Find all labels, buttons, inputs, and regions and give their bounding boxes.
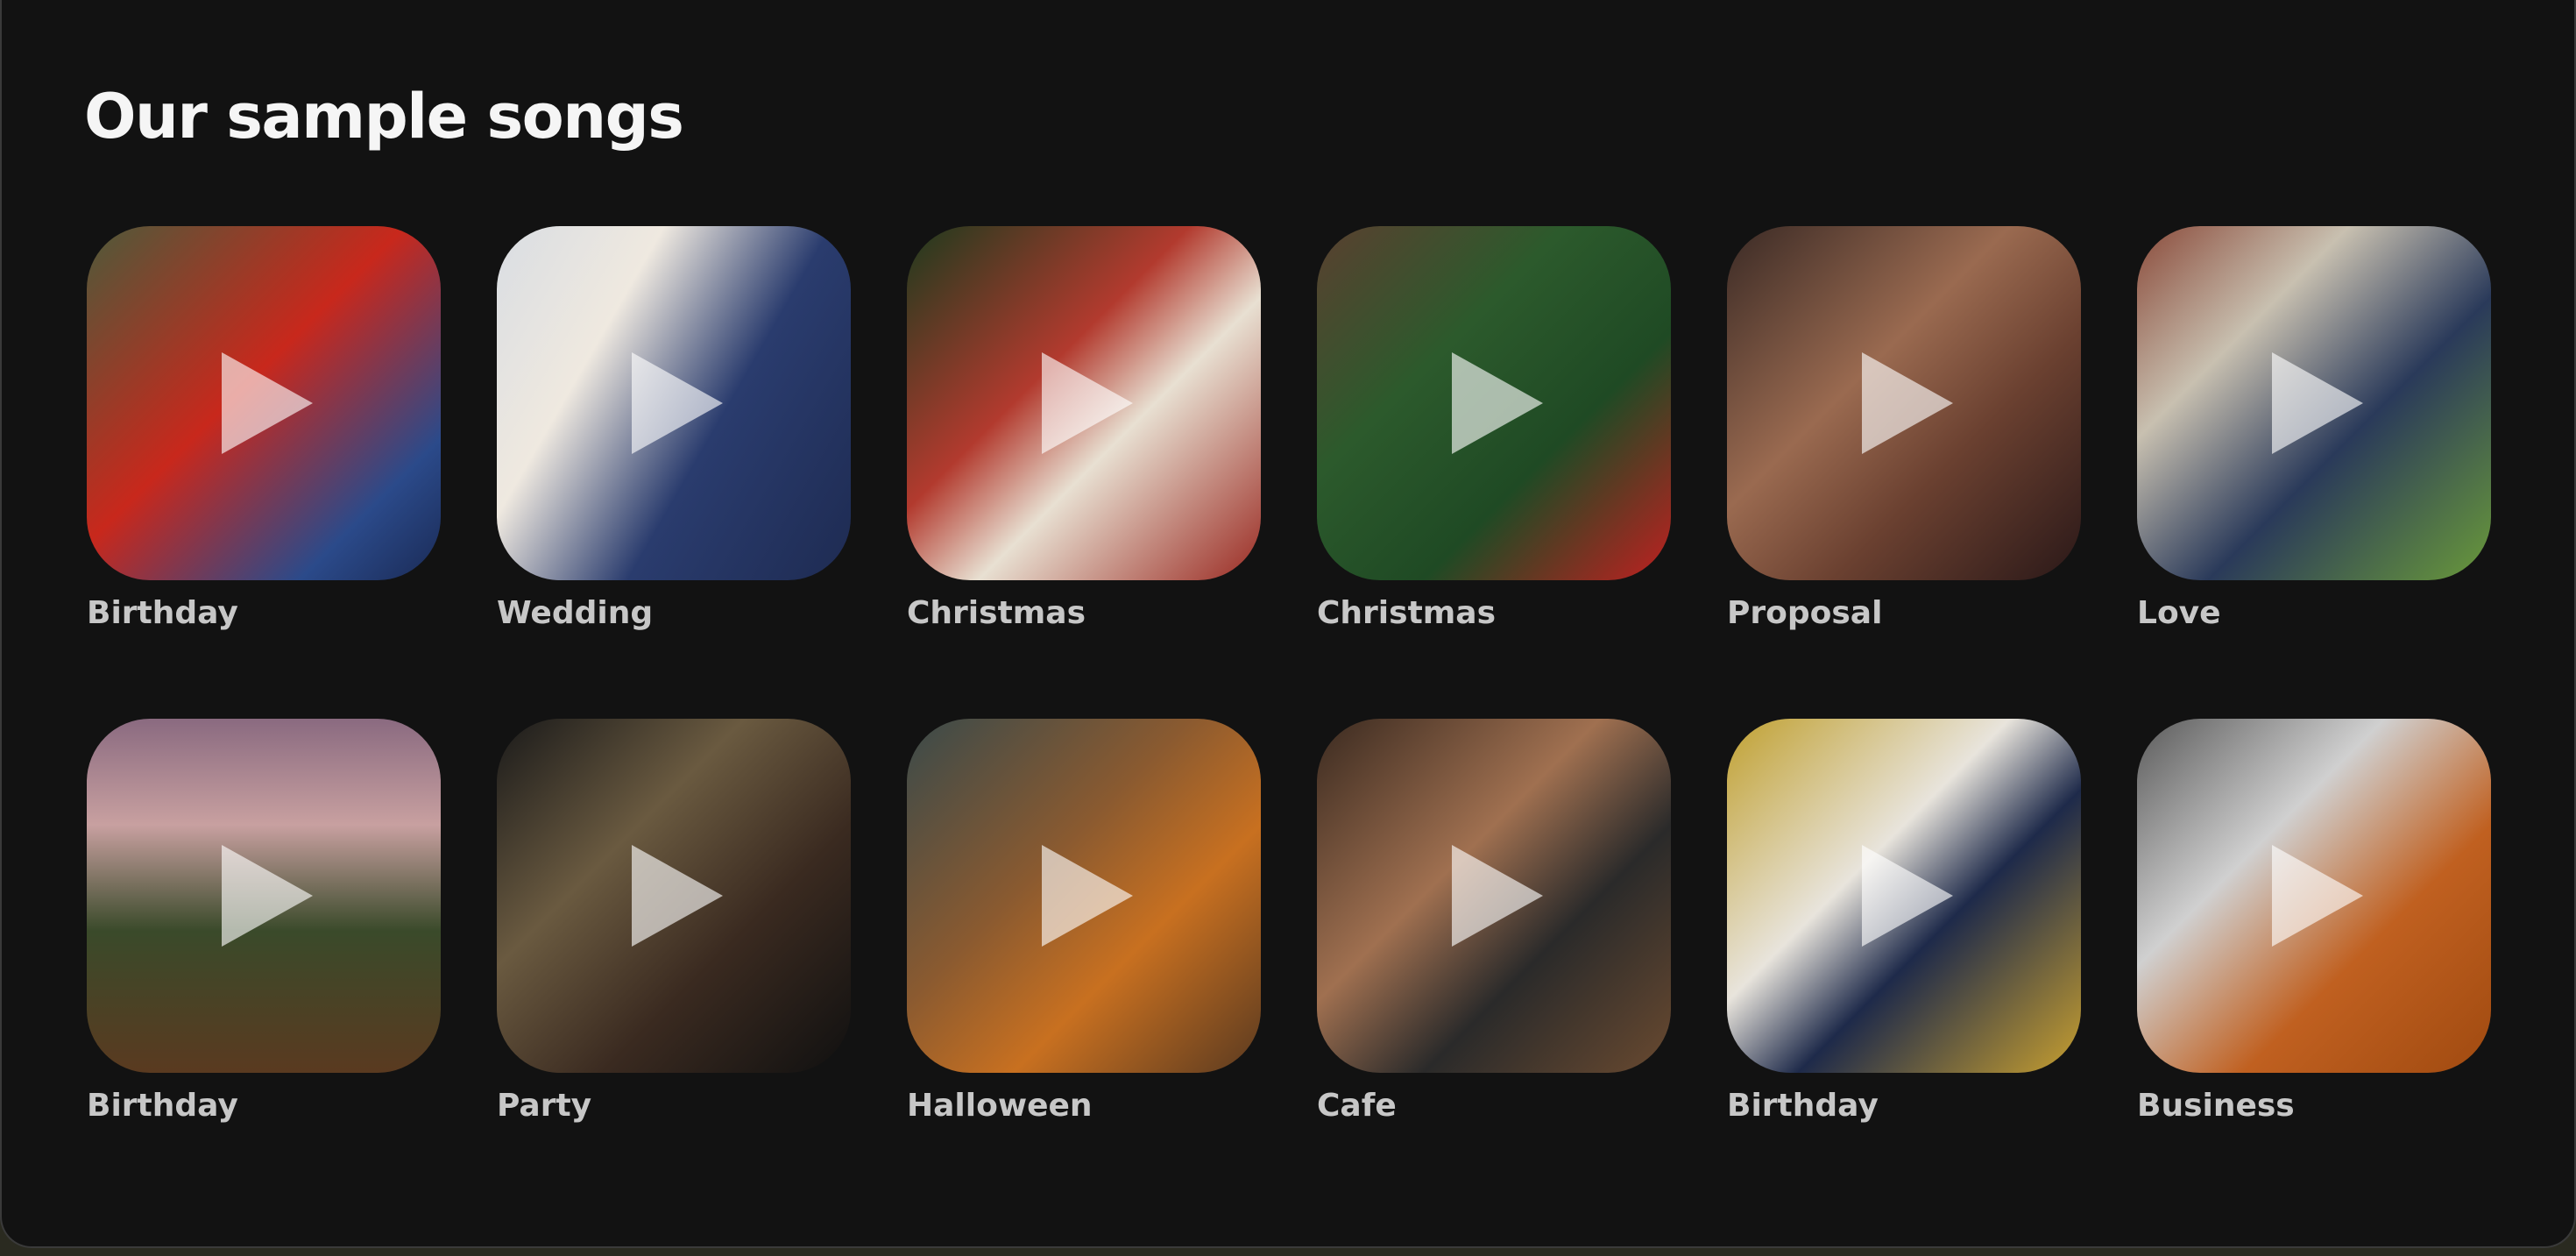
song-card-love[interactable]: Love (2137, 226, 2491, 635)
sample-songs-panel: Our sample songs Birthday Wedding Christ… (0, 0, 2576, 1248)
song-thumbnail[interactable] (87, 226, 441, 580)
play-icon[interactable] (632, 352, 723, 454)
song-label: Proposal (1727, 595, 1883, 631)
song-thumbnail[interactable] (497, 719, 851, 1073)
song-card-birthday-3[interactable]: Birthday (1727, 719, 2081, 1127)
song-label: Love (2137, 595, 2221, 631)
song-card-christmas-2[interactable]: Christmas (1317, 226, 1671, 635)
play-icon[interactable] (222, 845, 313, 947)
song-label: Birthday (87, 1088, 238, 1124)
song-card-birthday[interactable]: Birthday (87, 226, 441, 635)
song-card-birthday-2[interactable]: Birthday (87, 719, 441, 1127)
song-card-business[interactable]: Business (2137, 719, 2491, 1127)
song-card-cafe[interactable]: Cafe (1317, 719, 1671, 1127)
song-label: Cafe (1317, 1088, 1397, 1124)
section-title: Our sample songs (84, 81, 684, 153)
song-label: Birthday (1727, 1088, 1879, 1124)
play-icon[interactable] (1042, 845, 1133, 947)
play-icon[interactable] (1862, 352, 1953, 454)
song-label: Christmas (907, 595, 1086, 631)
play-icon[interactable] (1862, 845, 1953, 947)
song-thumbnail[interactable] (1317, 719, 1671, 1073)
play-icon[interactable] (2272, 845, 2363, 947)
song-card-wedding[interactable]: Wedding (497, 226, 851, 635)
song-thumbnail[interactable] (1727, 226, 2081, 580)
play-icon[interactable] (1452, 845, 1543, 947)
play-icon[interactable] (2272, 352, 2363, 454)
song-label: Christmas (1317, 595, 1497, 631)
song-thumbnail[interactable] (497, 226, 851, 580)
song-label: Halloween (907, 1088, 1093, 1124)
song-thumbnail[interactable] (1727, 719, 2081, 1073)
play-icon[interactable] (1452, 352, 1543, 454)
song-label: Birthday (87, 595, 238, 631)
song-thumbnail[interactable] (2137, 226, 2491, 580)
song-thumbnail[interactable] (2137, 719, 2491, 1073)
song-card-party[interactable]: Party (497, 719, 851, 1127)
song-thumbnail[interactable] (1317, 226, 1671, 580)
song-thumbnail[interactable] (907, 719, 1261, 1073)
song-card-proposal[interactable]: Proposal (1727, 226, 2081, 635)
song-card-christmas[interactable]: Christmas (907, 226, 1261, 635)
play-icon[interactable] (1042, 352, 1133, 454)
song-thumbnail[interactable] (87, 719, 441, 1073)
song-card-halloween[interactable]: Halloween (907, 719, 1261, 1127)
song-label: Party (497, 1088, 592, 1124)
play-icon[interactable] (632, 845, 723, 947)
song-thumbnail[interactable] (907, 226, 1261, 580)
song-label: Wedding (497, 595, 654, 631)
song-label: Business (2137, 1088, 2295, 1124)
songs-grid: Birthday Wedding Christmas Christmas Pro… (87, 226, 2491, 1127)
play-icon[interactable] (222, 352, 313, 454)
